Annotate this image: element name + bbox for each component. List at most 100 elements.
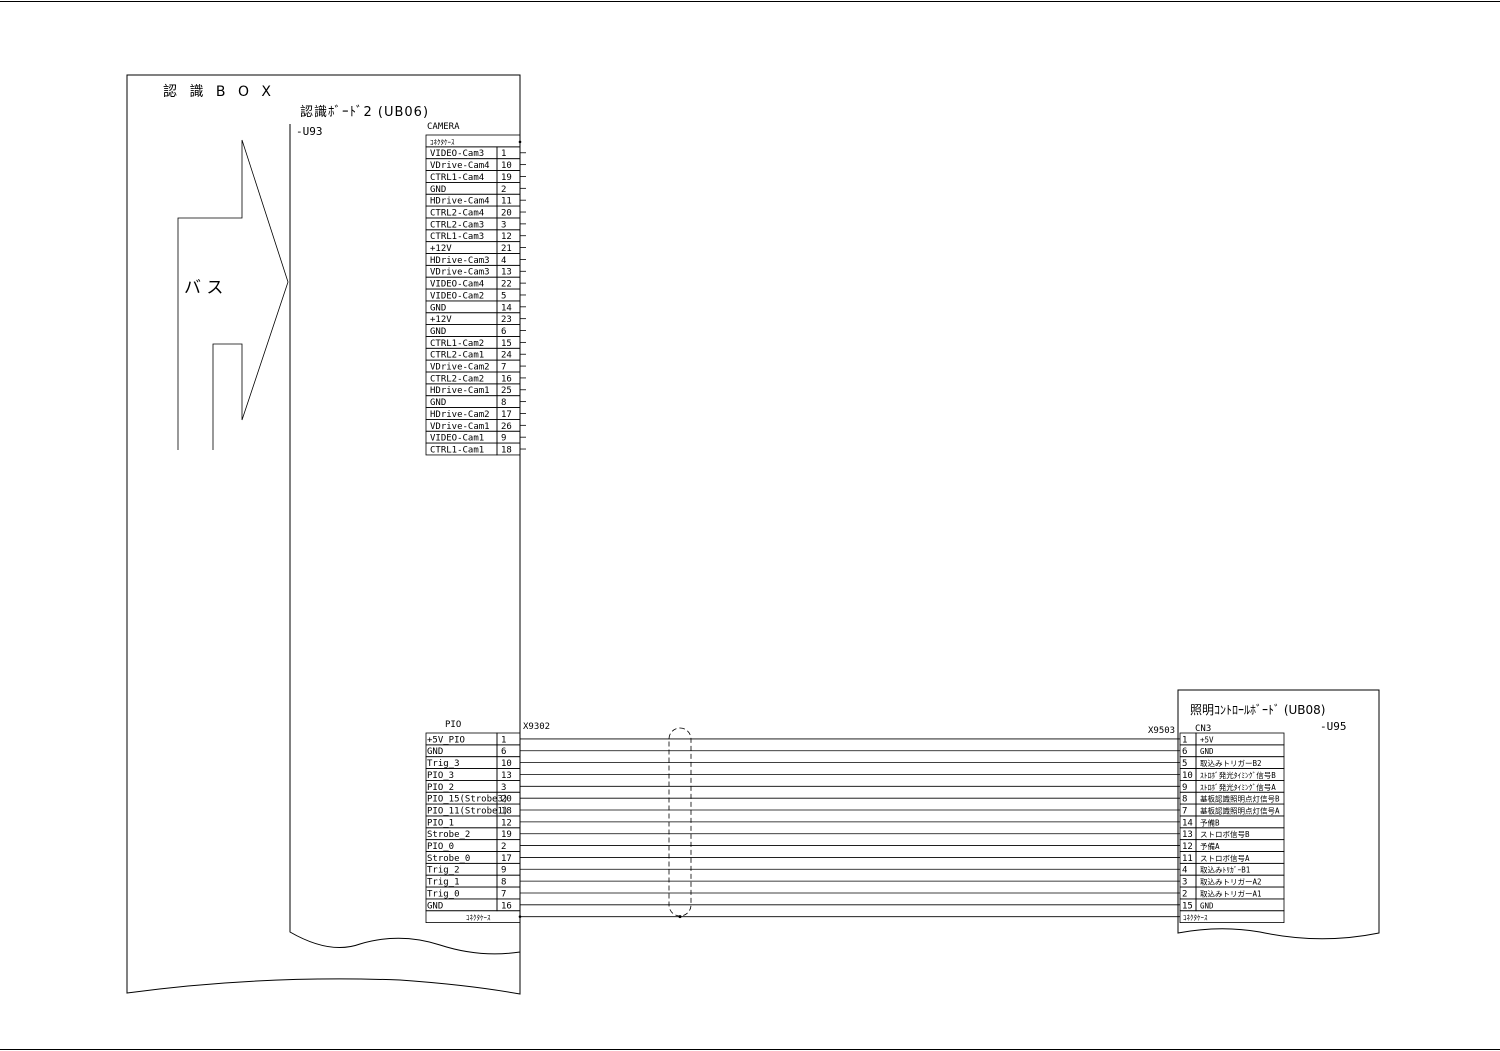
ub08-pin-num: 7 — [1182, 806, 1187, 816]
pio-pin-name: PIO_3 — [427, 771, 454, 781]
pio-pin-name: Trig_0 — [427, 889, 460, 899]
pio-pin-num: 10 — [501, 759, 512, 769]
ub08-pin-name: 取込みトリガーB2 — [1200, 758, 1262, 768]
pio-pin-num: 16 — [501, 901, 512, 911]
camera-pin-name: VIDEO-Cam2 — [430, 291, 484, 301]
camera-pin-name: CTRL2-Cam4 — [430, 208, 484, 218]
pio-pin-num: 8 — [501, 878, 506, 888]
pio-pin-name: Trig_1 — [427, 878, 460, 888]
camera-pin-name: CTRL1-Cam3 — [430, 232, 484, 242]
camera-pin-num: 9 — [501, 434, 506, 444]
pio-pin-name: PIO_2 — [427, 783, 454, 793]
board-ub06-ref: -U93 — [296, 125, 323, 138]
ub08-pin-name: ｽﾄﾛﾎﾞ発光ﾀｲﾐﾝｸﾞ信号A — [1200, 782, 1276, 792]
camera-pin-num: 22 — [501, 280, 512, 290]
board-ub06-outline — [289, 124, 521, 955]
camera-pin-name: VIDEO-Cam1 — [430, 434, 484, 444]
ub08-pin-num: 15 — [1182, 901, 1193, 911]
pio-pin-num: 6 — [501, 747, 506, 757]
ub08-pin-num: 14 — [1182, 818, 1193, 828]
camera-pin-name: +12V — [430, 315, 452, 325]
pio-pin-num: 12 — [501, 818, 512, 828]
pio-pin-num: 9 — [501, 866, 506, 876]
ub08-pin-name: 基板認識照明点灯信号A — [1200, 805, 1280, 815]
ub08-pin-num: 5 — [1182, 759, 1187, 769]
camera-pin-name: GND — [430, 327, 446, 337]
ub08-pin-name: ストロボ信号A — [1200, 853, 1250, 863]
pio-pin-name: PIO_11(Strobe1) — [427, 806, 508, 816]
camera-pin-num: 5 — [501, 291, 506, 301]
pio-pin-name: GND — [427, 901, 443, 911]
camera-pin-num: 24 — [501, 351, 512, 361]
ub08-pin-num: 11 — [1182, 854, 1193, 864]
ub08-pin-num: 3 — [1182, 878, 1187, 888]
pio-pin-name: Trig_3 — [427, 759, 460, 769]
camera-pin-num: 21 — [501, 244, 512, 254]
board-ub08-title: 照明ｺﾝﾄﾛｰﾙﾎﾞｰﾄﾞ (UB08) — [1190, 703, 1325, 717]
ub08-pin-name: +5V — [1200, 735, 1214, 744]
camera-pin-num: 4 — [501, 256, 506, 266]
camera-pin-num: 7 — [501, 363, 506, 373]
ub08-case-label: ｺﾈｸﾀｹｰｽ — [1183, 914, 1208, 922]
board-ub08-ref: -U95 — [1320, 720, 1347, 733]
camera-pin-num: 26 — [501, 422, 512, 432]
camera-pin-name: GND — [430, 398, 446, 408]
camera-pin-num: 25 — [501, 386, 512, 396]
cable-wires — [518, 738, 1180, 919]
pio-pin-name: PIO_0 — [427, 842, 454, 852]
ub08-pin-num: 8 — [1182, 795, 1187, 805]
ub08-pin-name: 基板認識照明点灯信号B — [1200, 794, 1280, 804]
pio-pin-num: 13 — [501, 771, 512, 781]
camera-pin-num: 19 — [501, 173, 512, 183]
board-ub06-title: 認識ﾎﾞｰﾄﾞ2 (UB06) — [300, 104, 429, 120]
camera-pin-name: CTRL1-Cam1 — [430, 445, 484, 455]
camera-pin-num: 10 — [501, 161, 512, 171]
pio-pin-name: +5V_PIO — [427, 735, 465, 745]
cn3-label: CN3 — [1195, 724, 1211, 734]
camera-pin-name: CTRL2-Cam1 — [430, 351, 484, 361]
camera-header: CAMERA — [427, 122, 460, 132]
ub08-pin-name: ストロボ信号B — [1200, 829, 1250, 839]
camera-pin-num: 23 — [501, 315, 512, 325]
ub08-pin-num: 2 — [1182, 889, 1187, 899]
camera-pin-num: 13 — [501, 268, 512, 278]
camera-pin-num: 17 — [501, 410, 512, 420]
ub08-pin-name: 予備A — [1200, 841, 1220, 851]
pio-pin-name: Trig_2 — [427, 866, 460, 876]
camera-pin-name: VDrive-Cam3 — [430, 268, 490, 278]
camera-pin-name: HDrive-Cam4 — [430, 197, 490, 207]
ub08-pin-num: 1 — [1182, 735, 1187, 745]
pio-pin-num: 18 — [501, 806, 512, 816]
camera-pin-name: VDrive-Cam2 — [430, 363, 490, 373]
ub08-pin-name: 取込みﾄﾘｶﾞｰB1 — [1200, 866, 1250, 875]
camera-pin-num: 3 — [501, 220, 506, 230]
pio-connector-ref: X9302 — [523, 722, 550, 732]
pio-pin-name: PIO_15(Strobe3) — [427, 795, 508, 805]
ub08-pin-num: 12 — [1182, 842, 1193, 852]
pio-case-label: ｺﾈｸﾀｹｰｽ — [466, 914, 491, 922]
pio-pin-name: GND — [427, 747, 443, 757]
pio-pin-num: 20 — [501, 795, 512, 805]
ub08-pin-name: GND — [1200, 747, 1214, 756]
pio-pin-num: 17 — [501, 854, 512, 864]
camera-pin-name: VIDEO-Cam4 — [430, 280, 484, 290]
pio-pin-num: 7 — [501, 889, 506, 899]
camera-pin-name: HDrive-Cam3 — [430, 256, 490, 266]
camera-pin-num: 15 — [501, 339, 512, 349]
bus-label: バ ス — [184, 278, 223, 298]
camera-pin-name: GND — [430, 185, 446, 195]
camera-pin-name: GND — [430, 303, 446, 313]
ub08-pin-num: 13 — [1182, 830, 1193, 840]
recognition-box-title: 認 識 B O X — [163, 84, 275, 100]
camera-case-label: ｺﾈｸﾀｹｰｽ — [430, 138, 455, 146]
camera-pin-name: VDrive-Cam1 — [430, 422, 490, 432]
pio-header: PIO — [445, 720, 461, 730]
camera-pin-num: 8 — [501, 398, 506, 408]
camera-pin-num: 18 — [501, 445, 512, 455]
ub08-pin-num: 4 — [1182, 866, 1187, 876]
ub08-pin-name: 取込みトリガーA1 — [1200, 888, 1262, 898]
pio-case-dot — [518, 915, 522, 918]
camera-pin-name: +12V — [430, 244, 452, 254]
ub08-pin-name: 取込みトリガーA2 — [1200, 877, 1262, 887]
pio-pin-num: 3 — [501, 783, 506, 793]
